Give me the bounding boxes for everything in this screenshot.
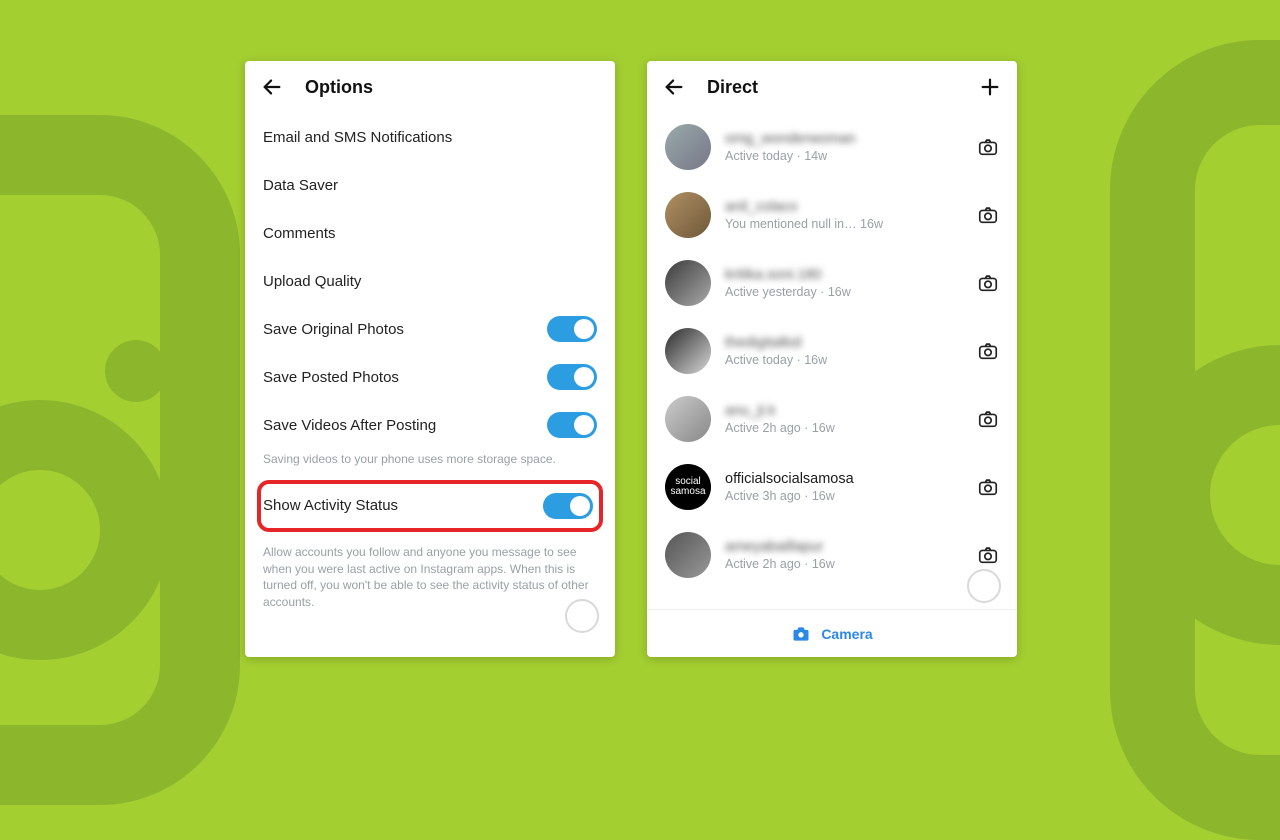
option-label: Comments	[263, 225, 336, 242]
camera-icon[interactable]	[977, 476, 999, 498]
avatar	[665, 124, 711, 170]
chat-row[interactable]: omg_wonderwoman Active today · 14w	[647, 113, 1017, 181]
options-screen: Options Email and SMS Notifications Data…	[245, 61, 615, 657]
save-videos-helper: Saving videos to your phone uses more st…	[263, 449, 597, 476]
option-label: Email and SMS Notifications	[263, 129, 452, 146]
avatar	[665, 260, 711, 306]
chat-status: You mentioned null in… 16w	[725, 217, 963, 231]
chat-username: thedigitalkid	[725, 335, 963, 351]
camera-icon[interactable]	[977, 340, 999, 362]
chat-row[interactable]: ameyabaillapur Active 2h ago · 16w	[647, 521, 1017, 589]
option-comments[interactable]: Comments	[263, 209, 597, 257]
option-label: Upload Quality	[263, 273, 361, 290]
chat-status: Active yesterday · 16w	[725, 285, 963, 299]
chat-username: ameyabaillapur	[725, 539, 963, 555]
direct-titlebar: Direct	[647, 61, 1017, 113]
camera-icon[interactable]	[977, 544, 999, 566]
chat-row[interactable]: thedigitalkid Active today · 16w	[647, 317, 1017, 385]
camera-filled-icon	[791, 624, 811, 644]
camera-footer-label: Camera	[821, 626, 872, 642]
avatar	[665, 328, 711, 374]
toggle-save-posted-photos[interactable]	[547, 364, 597, 390]
page-title: Direct	[707, 77, 758, 98]
chat-row[interactable]: anil_colaco You mentioned null in… 16w	[647, 181, 1017, 249]
activity-status-helper: Allow accounts you follow and anyone you…	[263, 536, 597, 619]
option-label: Data Saver	[263, 177, 338, 194]
camera-icon[interactable]	[977, 204, 999, 226]
toggle-save-videos[interactable]	[547, 412, 597, 438]
new-message-icon[interactable]	[979, 76, 1001, 98]
chat-username: anil_colaco	[725, 199, 963, 215]
floating-loader-icon	[565, 599, 599, 633]
camera-icon[interactable]	[977, 408, 999, 430]
options-titlebar: Options	[245, 61, 615, 113]
option-save-posted-photos: Save Posted Photos	[263, 353, 597, 401]
avatar: socialsamosa	[665, 464, 711, 510]
chat-status: Active 2h ago · 16w	[725, 557, 963, 571]
option-save-videos: Save Videos After Posting	[263, 401, 597, 449]
chat-status: Active 2h ago · 16w	[725, 421, 963, 435]
option-upload-quality[interactable]: Upload Quality	[263, 257, 597, 305]
option-data-saver[interactable]: Data Saver	[263, 161, 597, 209]
bg-shape	[105, 340, 167, 402]
option-email-sms[interactable]: Email and SMS Notifications	[263, 113, 597, 161]
chat-row[interactable]: anu_jt.k Active 2h ago · 16w	[647, 385, 1017, 453]
options-list: Email and SMS Notifications Data Saver C…	[245, 113, 615, 619]
toggle-activity-status[interactable]	[543, 493, 593, 519]
chat-status: Active 3h ago · 16w	[725, 489, 963, 503]
avatar	[665, 396, 711, 442]
chat-status: Active today · 16w	[725, 353, 963, 367]
chat-row[interactable]: socialsamosa officialsocialsamosa Active…	[647, 453, 1017, 521]
option-label: Save Videos After Posting	[263, 417, 436, 434]
floating-loader-icon	[967, 569, 1001, 603]
chat-list: omg_wonderwoman Active today · 14w anil_…	[647, 113, 1017, 609]
avatar	[665, 192, 711, 238]
option-label: Save Posted Photos	[263, 369, 399, 386]
back-arrow-icon[interactable]	[261, 76, 283, 98]
chat-username: omg_wonderwoman	[725, 131, 963, 147]
camera-icon[interactable]	[977, 272, 999, 294]
camera-footer-button[interactable]: Camera	[647, 609, 1017, 657]
option-label: Show Activity Status	[263, 497, 398, 514]
chat-username: kritika.soni.180	[725, 267, 963, 283]
option-label: Save Original Photos	[263, 321, 404, 338]
back-arrow-icon[interactable]	[663, 76, 685, 98]
chat-status: Active today · 14w	[725, 149, 963, 163]
option-save-original-photos: Save Original Photos	[263, 305, 597, 353]
activity-status-highlight: Show Activity Status	[257, 480, 603, 532]
avatar	[665, 532, 711, 578]
camera-icon[interactable]	[977, 136, 999, 158]
chat-username: anu_jt.k	[725, 403, 963, 419]
option-activity-status: Show Activity Status	[263, 486, 593, 526]
toggle-save-original-photos[interactable]	[547, 316, 597, 342]
direct-screen: Direct omg_wonderwoman Active today · 14…	[647, 61, 1017, 657]
chat-row[interactable]: kritika.soni.180 Active yesterday · 16w	[647, 249, 1017, 317]
chat-username: officialsocialsamosa	[725, 471, 963, 487]
page-title: Options	[305, 77, 373, 98]
